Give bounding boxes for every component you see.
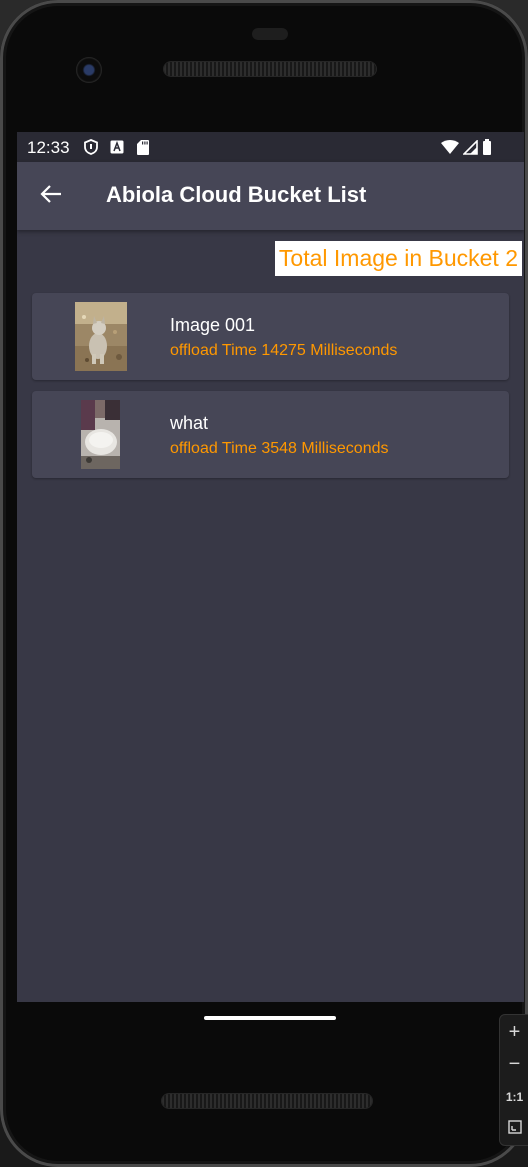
battery-icon xyxy=(482,139,492,160)
fit-screen-icon xyxy=(507,1117,522,1139)
item-title: Image 001 xyxy=(170,315,256,335)
wifi-icon xyxy=(441,140,459,159)
item-offload-time: offload Time 3548 Milliseconds xyxy=(170,440,389,457)
bottom-speaker xyxy=(162,1094,372,1108)
status-icons-left xyxy=(83,139,151,155)
item-title: what xyxy=(170,413,209,433)
arrow-back-icon xyxy=(40,184,62,209)
phone-screen: 12:33 Abiola Cloud Bucket List Total Ima… xyxy=(17,132,524,1002)
fit-screen-button[interactable] xyxy=(500,1113,528,1143)
zoom-in-button[interactable]: + xyxy=(500,1017,528,1047)
back-button[interactable] xyxy=(35,180,67,212)
item-offload-time: offload Time 14275 Milliseconds xyxy=(170,342,398,359)
camera-notch xyxy=(252,28,288,40)
image-list: Image 001 offload Time 14275 Millisecond… xyxy=(32,293,509,489)
total-images-label: Total Image in Bucket 2 xyxy=(274,241,522,276)
status-time: 12:33 xyxy=(27,138,70,157)
emulator-zoom-panel: + − 1:1 xyxy=(499,1014,528,1146)
list-item[interactable]: what offload Time 3548 Milliseconds xyxy=(32,391,509,478)
front-camera xyxy=(76,57,102,83)
app-bar: Abiola Cloud Bucket List xyxy=(17,162,524,230)
actual-size-button[interactable]: 1:1 xyxy=(500,1082,528,1112)
shield-icon xyxy=(83,139,99,155)
text-format-icon xyxy=(109,139,125,155)
sd-card-icon xyxy=(135,139,151,155)
image-thumbnail xyxy=(81,400,120,469)
status-icons-right xyxy=(441,138,492,160)
status-bar: 12:33 xyxy=(17,132,524,162)
list-item[interactable]: Image 001 offload Time 14275 Millisecond… xyxy=(32,293,509,380)
cell-signal-icon xyxy=(462,138,478,160)
page-title: Abiola Cloud Bucket List xyxy=(106,182,367,207)
earpiece-speaker xyxy=(164,62,376,76)
phone-frame: 12:33 Abiola Cloud Bucket List Total Ima… xyxy=(0,0,528,1167)
zoom-out-button[interactable]: − xyxy=(500,1049,528,1079)
image-thumbnail xyxy=(75,302,127,371)
emulator-stage: 12:33 Abiola Cloud Bucket List Total Ima… xyxy=(0,0,528,1167)
home-gesture-bar[interactable] xyxy=(204,1016,336,1020)
